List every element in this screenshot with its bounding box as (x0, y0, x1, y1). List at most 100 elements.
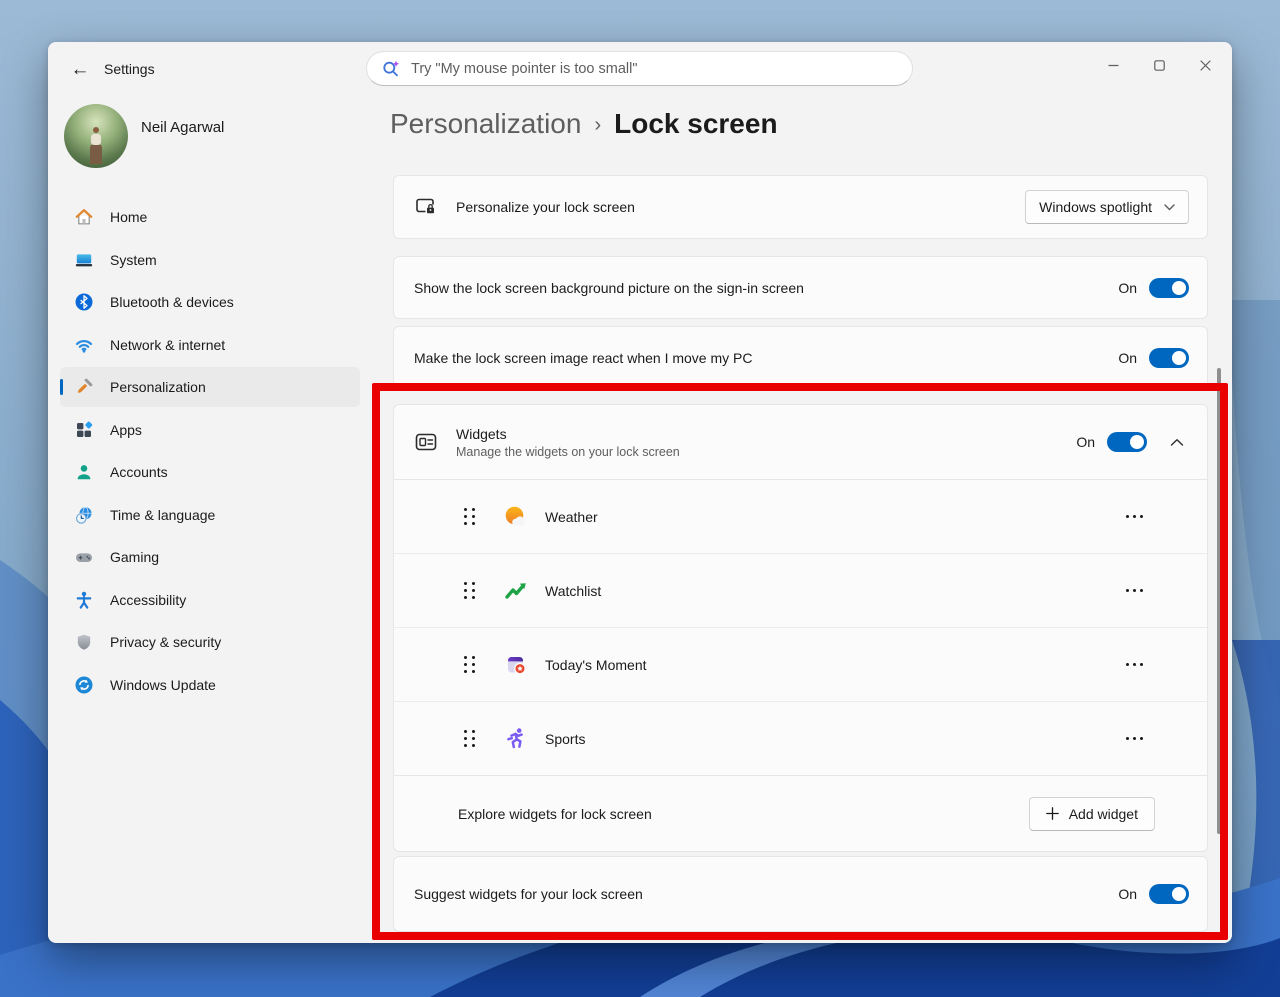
sidebar-item-bluetooth-devices[interactable]: Bluetooth & devices (60, 282, 360, 322)
explore-widgets-row: Explore widgets for lock screen Add widg… (394, 775, 1207, 851)
widget-label: Today's Moment (545, 657, 647, 673)
shield-icon (74, 632, 94, 652)
sidebar-item-accounts[interactable]: Accounts (60, 452, 360, 492)
sidebar-item-label: Accessibility (110, 592, 186, 608)
sidebar-item-system[interactable]: System (60, 240, 360, 280)
sidebar-item-time-language[interactable]: Time & language (60, 495, 360, 535)
widget-row-sports: Sports (394, 701, 1207, 775)
personalize-label: Personalize your lock screen (456, 199, 635, 215)
collapse-expander-button[interactable] (1163, 428, 1191, 456)
drag-handle-icon[interactable] (464, 582, 475, 599)
sidebar-item-label: Gaming (110, 549, 159, 565)
close-button[interactable] (1182, 48, 1228, 82)
sidebar-item-label: Home (110, 209, 147, 225)
toggle-state-label: On (1118, 280, 1137, 296)
react-motion-toggle[interactable] (1149, 348, 1189, 368)
explore-widgets-label: Explore widgets for lock screen (458, 806, 652, 822)
breadcrumb-separator: › (594, 111, 601, 137)
add-widget-label: Add widget (1069, 806, 1138, 822)
search-box[interactable] (366, 51, 913, 86)
toggle-knob (1130, 435, 1144, 449)
sidebar-item-label: Privacy & security (110, 634, 221, 650)
user-name: Neil Agarwal (141, 119, 224, 136)
react-motion-card: Make the lock screen image react when I … (393, 326, 1208, 389)
app-title: Settings (104, 61, 155, 77)
toggle-state-label: On (1118, 886, 1137, 902)
widgets-icon (414, 430, 438, 454)
minimize-button[interactable] (1090, 48, 1136, 82)
widget-label: Weather (545, 509, 598, 525)
widget-row-todays-moment: Today's Moment (394, 627, 1207, 701)
widget-row-watchlist: Watchlist (394, 553, 1207, 627)
sidebar-item-windows-update[interactable]: Windows Update (60, 665, 360, 705)
paintbrush-icon (74, 377, 94, 397)
person-icon (74, 462, 94, 482)
suggest-widgets-card: Suggest widgets for your lock screen On (393, 856, 1208, 932)
settings-window: ← Settings Neil Agarwal Ho (48, 42, 1232, 943)
react-motion-label: Make the lock screen image react when I … (414, 350, 752, 366)
personalize-dropdown[interactable]: Windows spotlight (1025, 190, 1189, 224)
weather-icon (503, 504, 529, 530)
widget-label: Sports (545, 731, 585, 747)
home-icon (74, 207, 94, 227)
toggle-knob (1172, 281, 1186, 295)
sidebar-item-label: Windows Update (110, 677, 216, 693)
sidebar-item-apps[interactable]: Apps (60, 410, 360, 450)
sidebar-item-network-internet[interactable]: Network & internet (60, 325, 360, 365)
page-title: Lock screen (614, 108, 777, 140)
suggest-widgets-toggle[interactable] (1149, 884, 1189, 904)
maximize-button[interactable] (1136, 48, 1182, 82)
plus-icon (1046, 807, 1059, 820)
gamepad-icon (74, 547, 94, 567)
sidebar-item-gaming[interactable]: Gaming (60, 537, 360, 577)
back-button[interactable]: ← (62, 56, 98, 84)
widget-row-weather: Weather (394, 479, 1207, 553)
drag-handle-icon[interactable] (464, 656, 475, 673)
sidebar-item-label: Personalization (110, 379, 206, 395)
signin-background-card: Show the lock screen background picture … (393, 256, 1208, 319)
sidebar-item-label: Apps (110, 422, 142, 438)
system-icon (74, 250, 94, 270)
toggle-knob (1172, 351, 1186, 365)
widgets-toggle[interactable] (1107, 432, 1147, 452)
widgets-subtitle: Manage the widgets on your lock screen (456, 445, 680, 459)
sidebar-item-label: System (110, 252, 157, 268)
widgets-title: Widgets (456, 426, 680, 442)
sidebar-item-label: Accounts (110, 464, 168, 480)
update-icon (74, 675, 94, 695)
todays-moment-icon (503, 652, 529, 678)
scrollbar-thumb[interactable] (1217, 368, 1221, 834)
sports-icon (503, 726, 529, 752)
personalize-lock-screen-card: Personalize your lock screen Windows spo… (393, 175, 1208, 239)
drag-handle-icon[interactable] (464, 508, 475, 525)
sidebar-item-accessibility[interactable]: Accessibility (60, 580, 360, 620)
avatar[interactable] (64, 104, 128, 168)
time-language-icon (74, 505, 94, 525)
more-options-button[interactable] (1124, 657, 1146, 673)
sidebar-item-label: Time & language (110, 507, 215, 523)
apps-icon (74, 420, 94, 440)
widgets-header[interactable]: Widgets Manage the widgets on your lock … (394, 405, 1207, 479)
lock-screen-icon (414, 195, 438, 219)
drag-handle-icon[interactable] (464, 730, 475, 747)
wifi-icon (74, 335, 94, 355)
suggest-widgets-label: Suggest widgets for your lock screen (414, 886, 643, 902)
breadcrumb-parent[interactable]: Personalization (390, 108, 581, 140)
watchlist-icon (503, 578, 529, 604)
chevron-down-icon (1164, 204, 1175, 211)
add-widget-button[interactable]: Add widget (1029, 797, 1155, 831)
chevron-up-icon (1170, 438, 1184, 447)
more-options-button[interactable] (1124, 509, 1146, 525)
sidebar-item-privacy-security[interactable]: Privacy & security (60, 622, 360, 662)
more-options-button[interactable] (1124, 731, 1146, 747)
breadcrumb: Personalization › Lock screen (390, 108, 778, 140)
signin-background-toggle[interactable] (1149, 278, 1189, 298)
accessibility-icon (74, 590, 94, 610)
sidebar-item-personalization[interactable]: Personalization (60, 367, 360, 407)
toggle-state-label: On (1076, 434, 1095, 450)
sidebar-item-home[interactable]: Home (60, 197, 360, 237)
search-input[interactable] (411, 61, 898, 77)
sidebar-item-label: Bluetooth & devices (110, 294, 234, 310)
toggle-state-label: On (1118, 350, 1137, 366)
more-options-button[interactable] (1124, 583, 1146, 599)
